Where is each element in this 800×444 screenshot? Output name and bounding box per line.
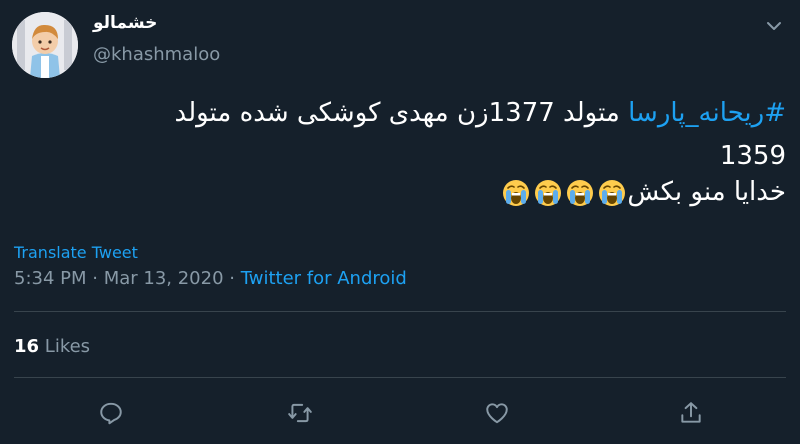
tweet-text-segment: خدایا منو بکش: [627, 177, 786, 207]
translate-tweet-link[interactable]: Translate Tweet: [14, 243, 138, 262]
tweet-text-line-1: #ریحانه_پارسا متولد 1377زن مهدی کوشکی شد…: [14, 94, 786, 132]
loudly-crying-face-icon: [567, 179, 594, 206]
separator: ·: [86, 268, 104, 289]
hashtag-link[interactable]: #ریحانه_پارسا: [628, 98, 786, 128]
avatar[interactable]: [12, 12, 78, 78]
tweet-time[interactable]: 5:34 PM: [14, 268, 87, 289]
avatar-illustration: [12, 12, 78, 78]
tweet-metadata: 5:34 PM · Mar 13, 2020 · Twitter for And…: [14, 268, 407, 289]
tweet-text-segment: متولد 1377زن مهدی کوشکی شده متولد: [174, 98, 629, 128]
tweet-text-line-3: خدایا منو بکش: [14, 173, 786, 211]
author-handle[interactable]: @khashmaloo: [93, 44, 220, 65]
share-icon[interactable]: [678, 400, 704, 426]
tweet-text-line-2: 1359: [14, 137, 786, 175]
separator: ·: [223, 268, 241, 289]
tweet-date[interactable]: Mar 13, 2020: [104, 268, 224, 289]
tweet-source-link[interactable]: Twitter for Android: [241, 268, 407, 289]
divider: [14, 311, 786, 312]
loudly-crying-face-icon: [535, 179, 562, 206]
divider: [14, 377, 786, 378]
likes-count: 16: [14, 336, 40, 357]
chevron-down-icon[interactable]: [766, 18, 782, 34]
like-icon[interactable]: [484, 400, 510, 426]
retweet-icon[interactable]: [287, 400, 313, 426]
author-name[interactable]: خشمالو: [93, 13, 157, 33]
likes-stat[interactable]: 16 Likes: [14, 336, 90, 357]
emoji-group: [501, 178, 627, 208]
likes-label: Likes: [39, 336, 91, 357]
loudly-crying-face-icon: [599, 179, 626, 206]
tweet-text-segment: 1359: [719, 141, 786, 171]
reply-icon[interactable]: [98, 400, 124, 426]
loudly-crying-face-icon: [503, 179, 530, 206]
